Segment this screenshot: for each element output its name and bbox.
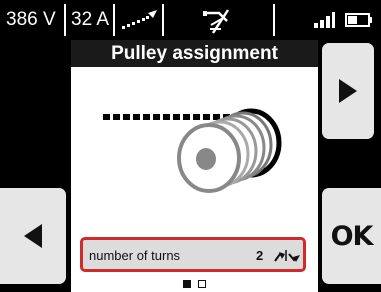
status-divider — [273, 4, 275, 36]
page-title: Pulley assignment — [71, 40, 318, 67]
previous-button[interactable] — [0, 188, 66, 284]
arrow-right-icon — [339, 79, 357, 103]
status-divider — [162, 4, 164, 36]
voltage-readout: 386 V — [6, 9, 56, 30]
turns-value: 2 — [256, 248, 264, 263]
page-indicator-dot — [198, 280, 206, 288]
arrow-left-icon — [24, 224, 42, 248]
ok-label: OK — [330, 220, 374, 252]
status-bar: 386 V 32 A — [0, 0, 381, 40]
wire-feed-icon — [122, 10, 157, 29]
status-divider — [64, 4, 66, 36]
turn-arrows-icon — [274, 250, 300, 262]
current-readout: 32 A — [71, 9, 110, 30]
page-indicator-dot-active — [183, 280, 191, 288]
status-divider — [113, 4, 115, 36]
no-gas-icon — [203, 9, 230, 34]
signal-strength-icon — [314, 12, 335, 28]
next-button[interactable] — [322, 43, 374, 139]
ok-button[interactable]: OK — [322, 188, 381, 284]
pulley-wire-icon — [103, 108, 282, 193]
battery-icon — [345, 13, 372, 27]
number-of-turns-field[interactable]: number of turns 2 — [80, 237, 306, 272]
turns-label: number of turns — [89, 248, 181, 263]
